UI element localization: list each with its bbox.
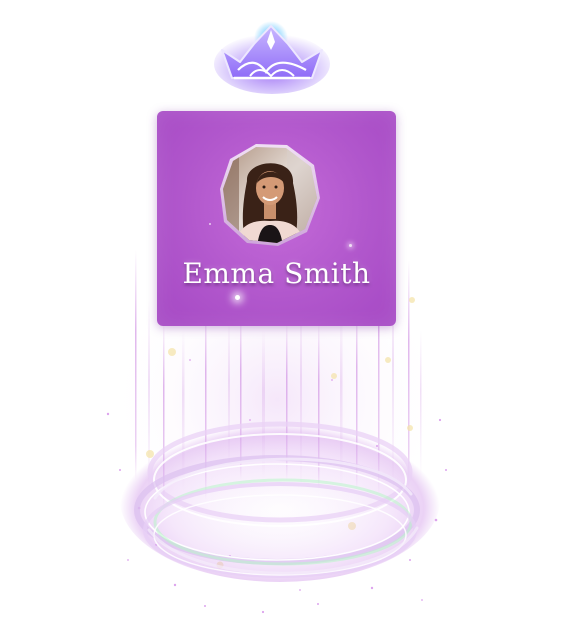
- crown-icon-graphic: [214, 21, 330, 94]
- avatar[interactable]: [217, 141, 323, 247]
- sparkle: [209, 223, 211, 225]
- profile-name: Emma Smith: [182, 257, 371, 290]
- sparkle: [349, 244, 352, 247]
- portal-rings: [95, 380, 475, 610]
- profile-reveal-scene: Emma Smith: [0, 0, 587, 642]
- profile-card[interactable]: Emma Smith: [157, 111, 396, 326]
- crown-icon: [214, 20, 330, 94]
- sparkle: [235, 295, 240, 300]
- portal-rings-graphic: [120, 418, 440, 582]
- avatar-graphic: [220, 144, 320, 246]
